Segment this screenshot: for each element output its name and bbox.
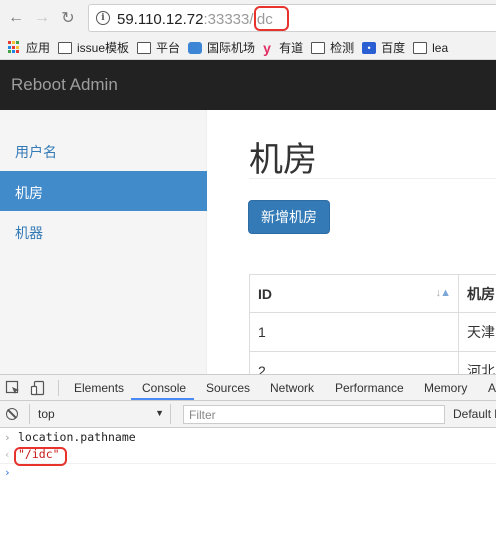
- table-cell-id: 2: [249, 351, 459, 374]
- bookmark-lea[interactable]: lea: [413, 41, 448, 55]
- table-cell-idc: 河北: [458, 351, 496, 374]
- idc-table: ID ↓▲ 机房 1 天津 2 河北: [249, 274, 496, 374]
- browser-toolbar: ← → ↻ i 59.110.12.72:33333/idc: [0, 0, 496, 36]
- bookmark-baidu[interactable]: • 百度: [362, 39, 405, 56]
- table-cell-idc: 天津: [458, 312, 496, 352]
- column-header-label: ID: [258, 285, 272, 302]
- bookmark-platform[interactable]: 平台: [137, 39, 180, 56]
- bookmark-youdao[interactable]: y 有道: [263, 39, 303, 56]
- devtools-tabbar: Elements Console Sources Network Perform…: [0, 375, 496, 401]
- bookmark-label: lea: [432, 40, 449, 55]
- tab-elements[interactable]: Elements: [74, 381, 124, 395]
- baidu-paw-icon: •: [362, 41, 377, 54]
- app-navbar: Reboot Admin: [0, 60, 496, 110]
- url-text: 59.110.12.72:33333/idc: [117, 11, 273, 28]
- sidebar-item-idc[interactable]: 机房: [0, 171, 207, 211]
- inspect-element-icon[interactable]: [5, 380, 21, 396]
- sidebar-item-machines[interactable]: 机器: [0, 211, 207, 251]
- address-bar[interactable]: i 59.110.12.72:33333/idc: [88, 4, 496, 32]
- folder-icon: [311, 41, 326, 54]
- prompt-chevron-icon: ›: [4, 466, 11, 479]
- active-tab-indicator: [131, 398, 194, 400]
- back-icon[interactable]: ←: [6, 8, 26, 28]
- info-icon[interactable]: i: [96, 11, 110, 25]
- bookmark-label: 国际机场: [207, 41, 256, 55]
- bookmark-airport[interactable]: 国际机场: [188, 39, 255, 56]
- column-header-id[interactable]: ID ↓▲: [249, 274, 459, 313]
- sort-icon[interactable]: ↓▲: [436, 287, 451, 299]
- bookmark-label: 平台: [156, 41, 181, 55]
- dropdown-arrow-icon: ▼: [155, 408, 164, 418]
- table-header-row: ID ↓▲ 机房: [249, 274, 496, 313]
- console-filter-input[interactable]: Filter: [183, 405, 445, 424]
- context-value: top: [38, 407, 55, 421]
- url-port: :33333: [203, 11, 250, 28]
- main-content: 机房 新增机房 ID ↓▲ 机房 1 天津 2 河北: [208, 110, 496, 374]
- table-row[interactable]: 1 天津: [249, 312, 496, 352]
- table-row[interactable]: 2 河北: [249, 351, 496, 374]
- console-input-line: › location.pathname: [0, 429, 496, 446]
- console-toolbar: top ▼ Filter Default l: [0, 401, 496, 428]
- folder-icon: [413, 41, 428, 54]
- console-input-text: location.pathname: [18, 430, 136, 444]
- sidebar-item-users[interactable]: 用户名: [0, 130, 207, 170]
- tab-performance[interactable]: Performance: [335, 381, 404, 395]
- tab-memory[interactable]: Memory: [424, 381, 467, 395]
- input-chevron-icon: ›: [4, 431, 11, 444]
- clear-console-icon[interactable]: [6, 408, 18, 420]
- tab-more[interactable]: A: [488, 381, 496, 395]
- bookmark-label: issue模板: [77, 41, 130, 55]
- bookmark-label: 检测: [330, 41, 355, 55]
- log-levels-dropdown[interactable]: Default l: [453, 407, 496, 421]
- tab-console[interactable]: Console: [142, 381, 186, 395]
- bookmarks-bar: 应用 issue模板 平台 国际机场 y 有道 检测 • 百度 lea: [0, 36, 496, 60]
- console-output-area[interactable]: › location.pathname ‹ "/idc" ›: [0, 429, 496, 481]
- apps-grid-icon: [8, 41, 21, 54]
- toolbar-divider: [58, 380, 59, 396]
- context-selector[interactable]: top ▼: [29, 404, 171, 424]
- bookmark-check[interactable]: 检测: [311, 39, 354, 56]
- bookmark-label: 有道: [279, 41, 304, 55]
- console-result-line: ‹ "/idc": [0, 446, 496, 466]
- brand-link[interactable]: Reboot Admin: [11, 75, 118, 95]
- bookmark-apps[interactable]: 应用: [8, 39, 50, 56]
- tab-network[interactable]: Network: [270, 381, 314, 395]
- title-divider: [249, 178, 496, 179]
- column-header-idc[interactable]: 机房: [458, 274, 496, 313]
- result-chevron-icon: ‹: [4, 448, 11, 461]
- sidebar: 用户名 机房 机器: [0, 110, 207, 374]
- table-cell-id: 1: [249, 312, 459, 352]
- devtools-panel: Elements Console Sources Network Perform…: [0, 374, 496, 547]
- cloud-icon: [188, 41, 203, 54]
- folder-icon: [137, 41, 152, 54]
- page-title: 机房: [249, 141, 317, 179]
- bookmark-issue-template[interactable]: issue模板: [58, 39, 129, 56]
- url-host: 59.110.12.72: [117, 11, 204, 28]
- youdao-icon: y: [263, 39, 271, 56]
- device-toolbar-icon[interactable]: [30, 380, 46, 396]
- bookmark-label: 应用: [26, 41, 51, 55]
- console-prompt[interactable]: ›: [0, 464, 496, 481]
- reload-icon[interactable]: ↻: [58, 8, 78, 28]
- forward-icon[interactable]: →: [32, 8, 52, 28]
- folder-icon: [58, 41, 73, 54]
- tab-sources[interactable]: Sources: [206, 381, 250, 395]
- bookmark-label: 百度: [381, 41, 406, 55]
- add-idc-button[interactable]: 新增机房: [248, 200, 330, 234]
- url-path-highlight: [254, 6, 289, 31]
